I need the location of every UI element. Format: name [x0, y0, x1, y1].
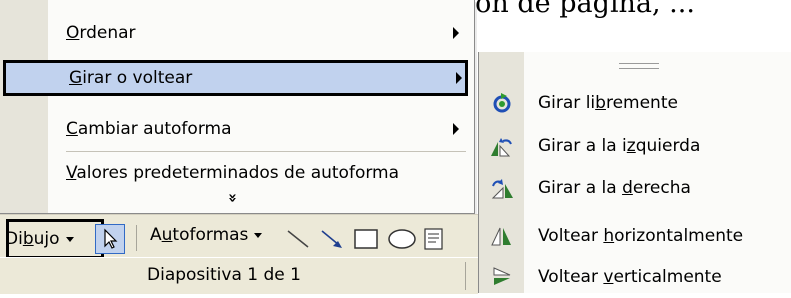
submenu-drag-grip[interactable] — [619, 63, 659, 69]
free-rotate-icon — [493, 93, 511, 113]
autoformas-menu-button[interactable]: Autoformas — [150, 225, 263, 245]
status-bar: Diapositiva 1 de 1 — [0, 257, 478, 294]
textbox-tool-icon[interactable] — [423, 227, 445, 251]
menu-item-valores-predeterminados[interactable]: Valores predeterminados de autoforma — [48, 155, 474, 191]
rotate-left-icon — [491, 138, 512, 157]
rotate-right-icon — [491, 179, 513, 199]
menu-item-label: Girar o voltear — [69, 68, 193, 88]
dibujo-menu-button[interactable]: Dibujo — [5, 219, 104, 259]
line-tool-icon[interactable] — [284, 227, 312, 251]
submenu-item-girar-izquierda[interactable]: Girar a la izquierda — [479, 125, 791, 167]
submenu-arrow-icon — [456, 72, 462, 84]
ellipse-tool-icon[interactable] — [386, 227, 418, 251]
toolbar-separator — [136, 225, 137, 251]
menu-item-girar-o-voltear[interactable]: Girar o voltear — [3, 60, 468, 96]
submenu-arrow-icon — [453, 123, 459, 135]
cursor-arrow-icon — [104, 228, 118, 249]
submenu-item-label: Voltear horizontalmente — [538, 226, 744, 246]
expand-menu-chevron-icon[interactable]: » — [224, 193, 242, 203]
menu-item-label: Valores predeterminados de autoforma — [66, 163, 400, 183]
dropdown-arrow-icon — [254, 232, 263, 238]
menu-separator — [66, 151, 466, 152]
submenu-item-label: Girar a la izquierda — [538, 136, 701, 156]
rotate-flip-submenu: Girar libremente Girar a la izquierda Gi… — [478, 52, 791, 293]
slide-counter: Diapositiva 1 de 1 — [147, 265, 301, 285]
flip-vertical-icon — [493, 267, 511, 285]
submenu-item-voltear-horizontal[interactable]: Voltear horizontalmente — [479, 215, 791, 257]
menu-item-label: Cambiar autoforma — [66, 119, 232, 139]
submenu-item-label: Girar a la derecha — [538, 178, 691, 198]
statusbar-divider — [465, 262, 466, 290]
submenu-item-girar-libremente[interactable]: Girar libremente — [479, 82, 791, 124]
submenu-arrow-icon — [453, 27, 459, 39]
drawing-context-menu: Ordenar Girar o voltear Cambiar autoform… — [0, 0, 475, 214]
submenu-item-girar-derecha[interactable]: Girar a la derecha — [479, 167, 791, 209]
drawing-toolbar: Dibujo Autoformas — [0, 214, 478, 259]
submenu-item-label: Girar libremente — [538, 93, 678, 113]
menu-icon-strip — [0, 0, 48, 213]
submenu-item-voltear-vertical[interactable]: Voltear verticalmente — [479, 256, 791, 298]
dibujo-label: Dibujo — [5, 229, 74, 249]
flip-horizontal-icon — [491, 227, 511, 246]
menu-item-cambiar-autoforma[interactable]: Cambiar autoforma — [48, 111, 474, 147]
arrow-tool-icon[interactable] — [318, 227, 346, 251]
menu-item-ordenar[interactable]: Ordenar — [48, 15, 474, 51]
rectangle-tool-icon[interactable] — [352, 227, 380, 251]
dropdown-arrow-icon — [65, 236, 74, 242]
menu-item-label: Ordenar — [66, 23, 136, 43]
submenu-item-label: Voltear verticalmente — [538, 267, 722, 287]
select-objects-button[interactable] — [95, 224, 125, 254]
